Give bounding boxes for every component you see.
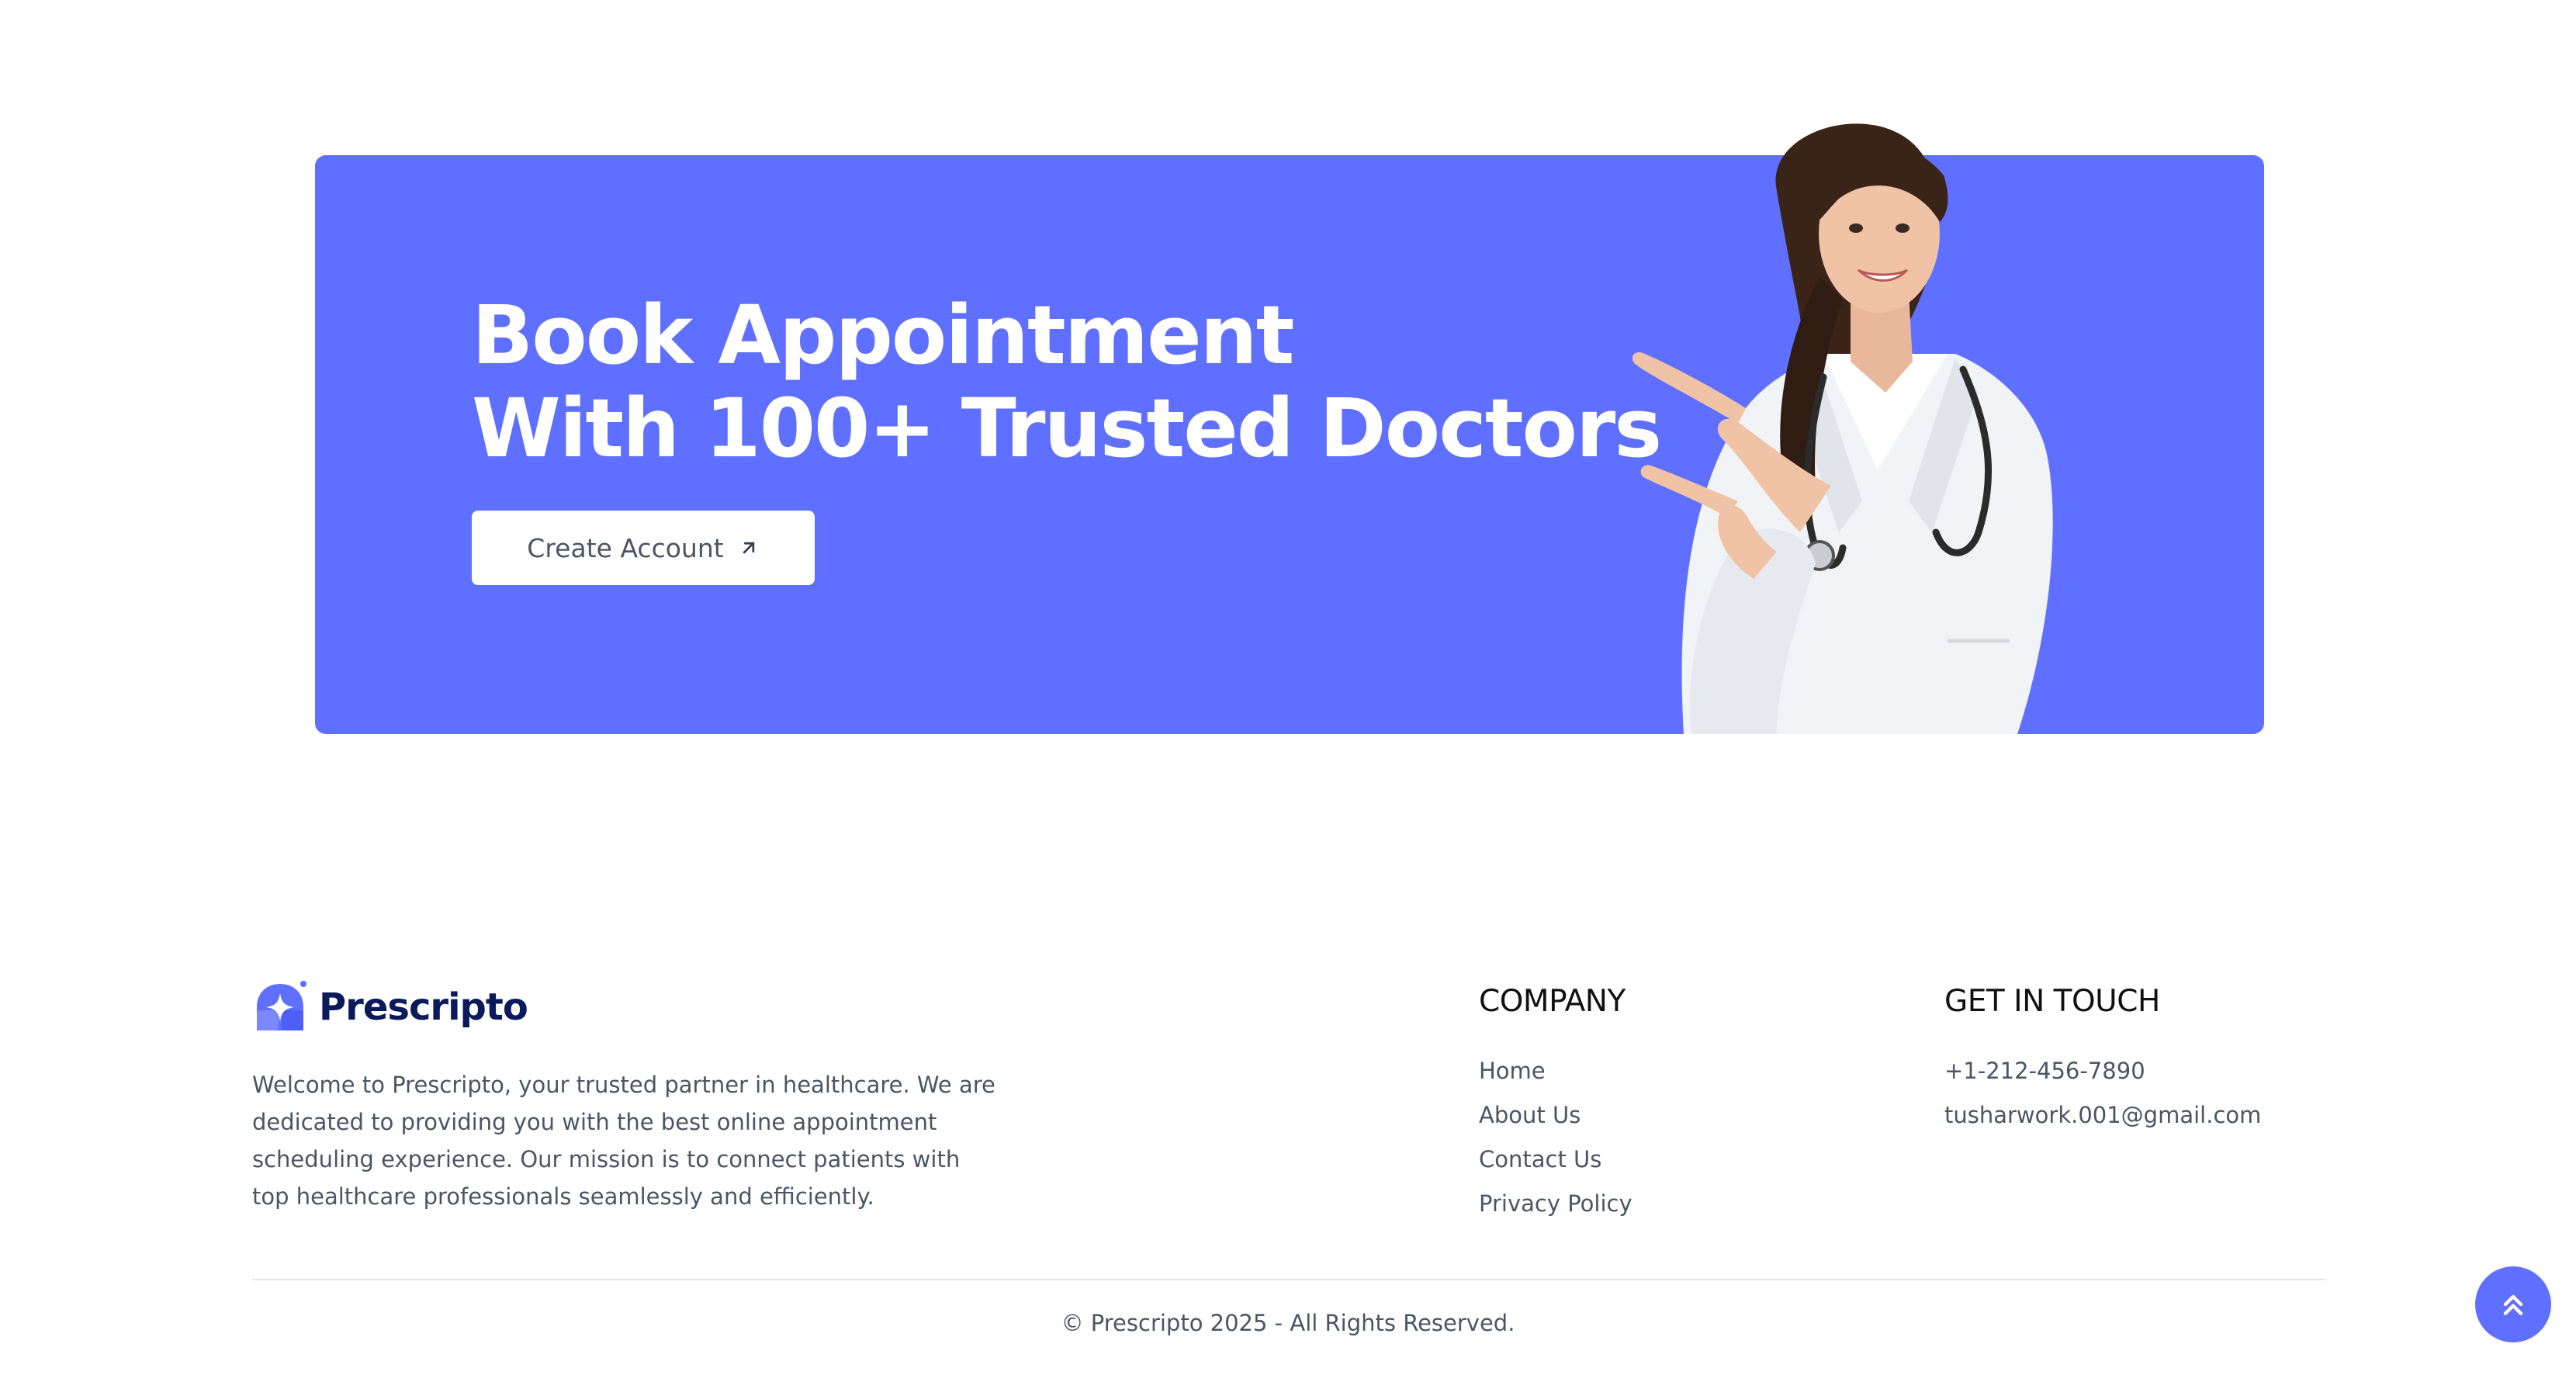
double-chevron-up-icon [2503,1294,2523,1315]
footer-link-privacy[interactable]: Privacy Policy [1479,1182,1633,1226]
contact-info: +1-212-456-7890 tusharwork.001@gmail.com [1944,1049,2261,1138]
contact-email: tusharwork.001@gmail.com [1944,1102,2262,1128]
banner-title-line-1: Book Appointment [472,288,1294,383]
company-links: Home About Us Contact Us Privacy Policy [1479,1049,1633,1226]
footer-divider [252,1279,2325,1280]
doctor-image [1632,123,2053,734]
footer-link-about[interactable]: About Us [1479,1093,1633,1138]
scroll-to-top-button[interactable] [2475,1266,2551,1342]
create-account-button[interactable]: Create Account [472,511,815,585]
prescripto-logo-icon [257,981,306,1030]
footer-link-home[interactable]: Home [1479,1049,1633,1093]
arrow-up-right-icon [743,542,754,554]
footer-about-text: Welcome to Prescripto, your trusted part… [252,1072,995,1210]
banner-title-line-2: With 100+ Trusted Doctors [472,381,1662,476]
create-account-label: Create Account [527,532,724,563]
get-in-touch-heading: GET IN TOUCH [1944,984,2160,1019]
footer-logo[interactable]: Prescripto [252,979,528,1035]
footer-link-contact[interactable]: Contact Us [1479,1138,1633,1182]
brand-name: Prescripto [319,985,528,1029]
banner-title: Book Appointment With 100+ Trusted Docto… [472,288,1662,476]
copyright-text: © Prescripto 2025 - All Rights Reserved. [1061,1310,1515,1336]
contact-phone: +1-212-456-7890 [1944,1058,2145,1084]
company-heading: COMPANY [1479,984,1626,1019]
